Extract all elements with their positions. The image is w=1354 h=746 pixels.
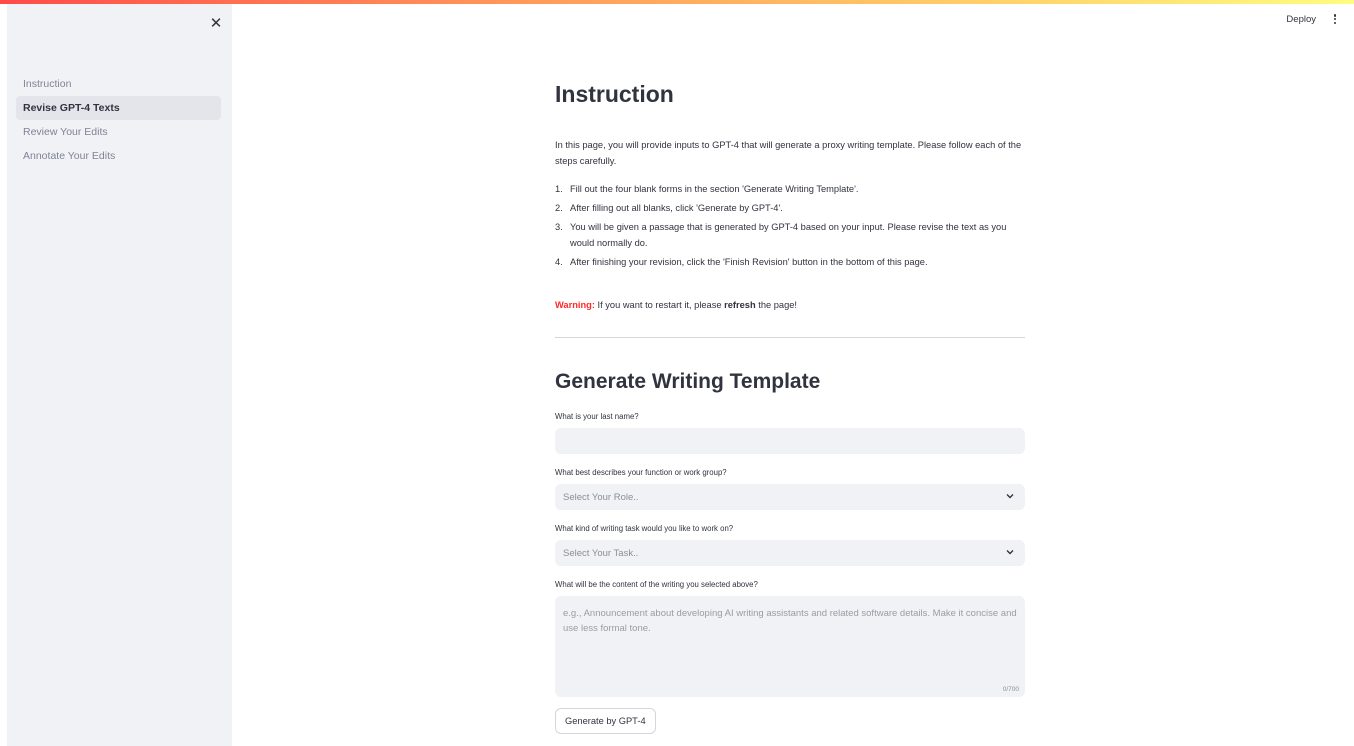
- sidebar: ✕ Instruction Revise GPT-4 Texts Review …: [7, 4, 232, 746]
- step-text: You will be given a passage that is gene…: [570, 222, 1007, 248]
- sidebar-item-annotate-your-edits[interactable]: Annotate Your Edits: [16, 144, 221, 168]
- page-title: Instruction: [555, 81, 674, 107]
- list-item: 1. Fill out the four blank forms in the …: [555, 181, 1025, 197]
- steps-list: 1. Fill out the four blank forms in the …: [555, 181, 1025, 273]
- sidebar-item-review-your-edits[interactable]: Review Your Edits: [16, 120, 221, 144]
- generate-button[interactable]: Generate by GPT-4: [555, 708, 656, 734]
- list-item: 3. You will be given a passage that is g…: [555, 219, 1025, 251]
- list-item: 2. After filling out all blanks, click '…: [555, 200, 1025, 216]
- task-select-placeholder: Select Your Task..: [563, 547, 639, 559]
- deploy-button[interactable]: Deploy: [1286, 14, 1316, 25]
- warning-text-before: If you want to restart it, please: [594, 300, 725, 310]
- more-options-icon[interactable]: [1330, 12, 1340, 26]
- step-text: After filling out all blanks, click 'Gen…: [570, 203, 783, 213]
- warning-bold-text: refresh: [724, 300, 756, 310]
- step-number: 2.: [555, 203, 563, 213]
- warning-message: Warning: If you want to restart it, plea…: [555, 300, 797, 310]
- close-icon[interactable]: ✕: [207, 14, 225, 32]
- role-select-placeholder: Select Your Role..: [563, 491, 639, 503]
- step-text: Fill out the four blank forms in the sec…: [570, 184, 859, 194]
- chevron-down-icon: [1006, 550, 1014, 555]
- task-label: What kind of writing task would you like…: [555, 524, 734, 533]
- last-name-label: What is your last name?: [555, 412, 639, 421]
- content-textarea[interactable]: [555, 596, 1025, 697]
- character-counter: 0/700: [1002, 686, 1019, 693]
- step-number: 4.: [555, 257, 563, 267]
- warning-text-after: the page!: [755, 300, 798, 310]
- role-select[interactable]: Select Your Role..: [555, 484, 1025, 510]
- intro-text: In this page, you will provide inputs to…: [555, 140, 1022, 166]
- content-textarea-wrapper: 0/700: [555, 596, 1025, 697]
- divider: [555, 337, 1025, 338]
- list-item: 4. After finishing your revision, click …: [555, 254, 1025, 270]
- last-name-input[interactable]: [555, 428, 1025, 454]
- sidebar-nav: Instruction Revise GPT-4 Texts Review Yo…: [16, 72, 221, 168]
- sidebar-item-revise-gpt4-texts[interactable]: Revise GPT-4 Texts: [16, 96, 221, 120]
- chevron-down-icon: [1006, 494, 1014, 499]
- task-select[interactable]: Select Your Task..: [555, 540, 1025, 566]
- header-actions: Deploy: [1286, 12, 1340, 26]
- step-number: 1.: [555, 184, 563, 194]
- content-label: What will be the content of the writing …: [555, 580, 758, 589]
- step-number: 3.: [555, 222, 563, 232]
- top-decoration-bar: [0, 0, 1354, 4]
- role-label: What best describes your function or wor…: [555, 468, 727, 477]
- warning-label: Warning:: [555, 300, 595, 310]
- step-text: After finishing your revision, click the…: [570, 257, 928, 267]
- section-title: Generate Writing Template: [555, 370, 821, 393]
- sidebar-item-instruction[interactable]: Instruction: [16, 72, 221, 96]
